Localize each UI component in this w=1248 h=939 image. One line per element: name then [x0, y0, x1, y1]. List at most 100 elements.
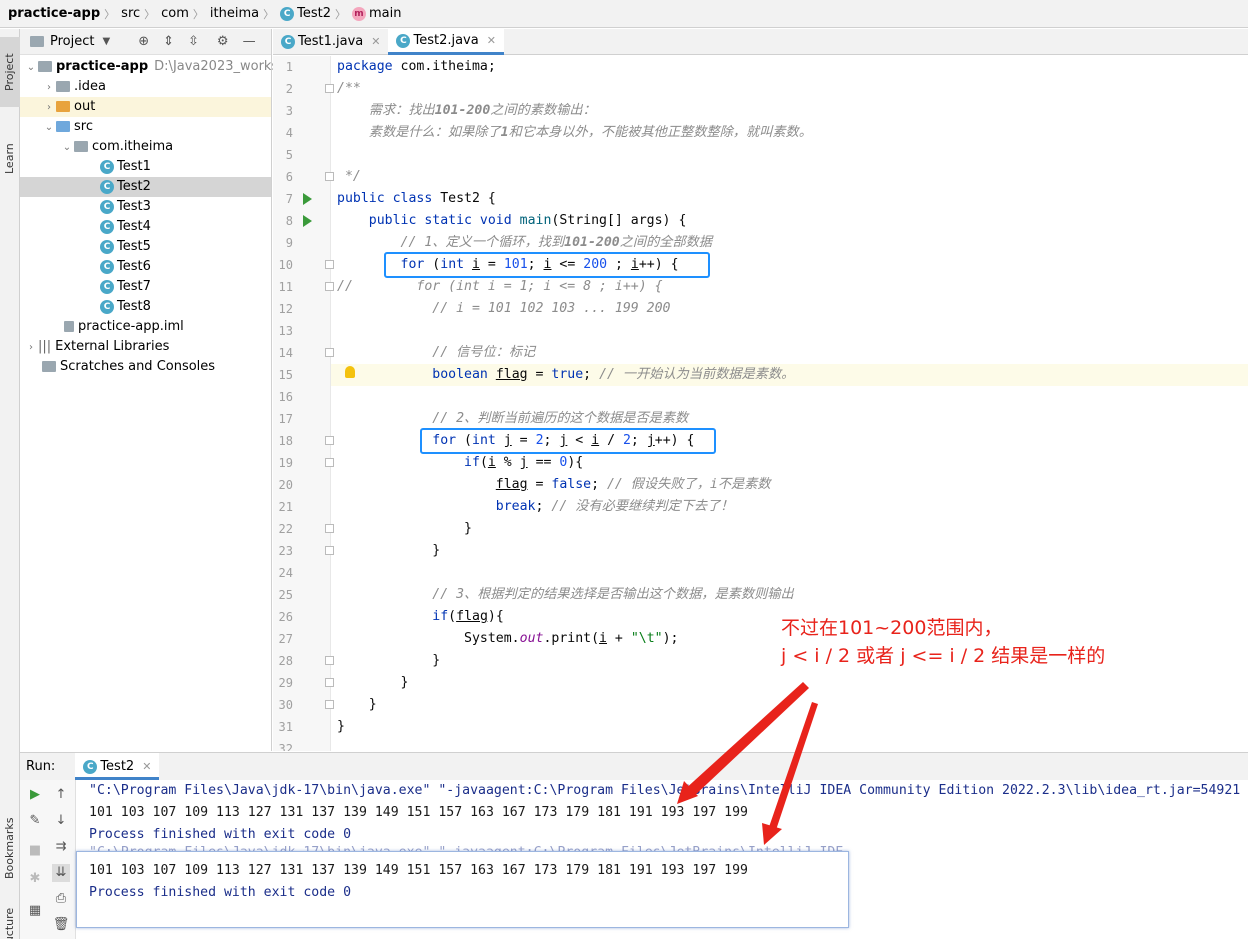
tree-item-class[interactable]: C Test4: [20, 217, 271, 237]
breadcrumb-itheima[interactable]: itheima: [210, 6, 259, 21]
tree-item-class[interactable]: C Test2: [20, 177, 271, 197]
fold-icon[interactable]: [325, 458, 334, 467]
debug-icon[interactable]: ✱: [26, 870, 44, 888]
tree-item-src[interactable]: ⌄ src: [20, 117, 271, 137]
tree-item-class[interactable]: C Test8: [20, 297, 271, 317]
run-tab-test2[interactable]: C Test2 ✕: [75, 753, 160, 780]
console-command-line: "C:\Program Files\Java\jdk-17\bin\java.e…: [89, 783, 1241, 798]
chevron-right-icon[interactable]: ›: [42, 78, 56, 98]
tree-item-class[interactable]: C Test3: [20, 197, 271, 217]
code-line: break; // 没有必要继续判定下去了！: [495, 499, 734, 514]
layout-icon[interactable]: ▦: [26, 902, 44, 920]
minimize-icon[interactable]: —: [243, 34, 256, 49]
arrow-up-icon[interactable]: ↑: [52, 786, 70, 804]
code-line: }: [337, 697, 377, 712]
fold-icon[interactable]: [325, 524, 334, 533]
line-number: 17: [278, 412, 293, 426]
chevron-down-icon[interactable]: ⌄: [42, 118, 56, 138]
close-icon[interactable]: ✕: [142, 760, 151, 773]
chevron-down-icon[interactable]: ⌄: [24, 58, 38, 78]
breadcrumb-class[interactable]: Test2: [297, 6, 331, 21]
tree-item-out[interactable]: › out: [20, 97, 271, 117]
annotation-note: 不过在101~200范围内， j < i / 2 或者 j <= i / 2 结…: [781, 614, 1105, 670]
tree-item-package[interactable]: ⌄ com.itheima: [20, 137, 271, 157]
tree-item-class[interactable]: C Test1: [20, 157, 271, 177]
annotation-line-1: 不过在101~200范围内，: [781, 617, 1003, 639]
fold-icon[interactable]: [325, 282, 334, 291]
tree-item-class[interactable]: C Test6: [20, 257, 271, 277]
code-line: // 2、判断当前遍历的这个数据是否是素数: [337, 411, 689, 426]
line-number: 11: [278, 280, 293, 294]
gear-icon[interactable]: ⚙: [217, 34, 229, 49]
breadcrumb-method[interactable]: main: [369, 6, 401, 21]
breadcrumb: practice-app 〉 src 〉 com 〉 itheima 〉 C Test2 〉…: [0, 0, 1248, 28]
fold-icon[interactable]: [325, 546, 334, 555]
print-icon[interactable]: ⎙: [52, 890, 70, 908]
code-line: flag = false; // 假设失败了，i不是素数: [495, 477, 771, 492]
breadcrumb-src[interactable]: src: [121, 6, 140, 21]
line-number: 23: [278, 544, 293, 558]
code-line: // for (int i = 1; i <= 8 ; i++) {: [337, 279, 663, 294]
run-class-icon[interactable]: [303, 193, 312, 205]
fold-icon[interactable]: [325, 436, 334, 445]
fold-icon[interactable]: [325, 678, 334, 687]
fold-icon[interactable]: [325, 348, 334, 357]
line-number: 28: [278, 654, 293, 668]
tab-test1[interactable]: C Test1.java ✕: [273, 29, 388, 55]
project-view-selector[interactable]: Project: [50, 34, 94, 49]
locate-icon[interactable]: ⊕: [138, 34, 149, 49]
class-icon: C: [100, 179, 114, 194]
run-main-icon[interactable]: [303, 215, 312, 227]
line-number: 20: [278, 478, 293, 492]
code-line: */: [337, 169, 361, 184]
package-icon: [74, 141, 88, 152]
tree-item-external-libraries[interactable]: › ||| External Libraries: [20, 337, 271, 357]
close-icon[interactable]: ✕: [371, 29, 380, 55]
chevron-right-icon: 〉: [104, 7, 116, 21]
project-panel-header: Project ▼ ⊕ ⇕ ⇳ ⚙ —: [20, 29, 271, 55]
tree-item-iml[interactable]: practice-app.iml: [20, 317, 271, 337]
expand-all-icon[interactable]: ⇕: [163, 34, 174, 49]
collapse-all-icon[interactable]: ⇳: [188, 34, 199, 49]
tree-item-project-root[interactable]: ⌄ practice-app D:\Java2023_workspac: [20, 57, 302, 78]
side-tab-learn[interactable]: Learn: [0, 129, 20, 189]
tree-item-label: Test3: [117, 199, 151, 214]
fold-icon[interactable]: [325, 260, 334, 269]
tree-item-label: Test8: [117, 299, 151, 314]
breadcrumb-project[interactable]: practice-app: [8, 6, 100, 21]
chevron-right-icon[interactable]: ›: [42, 98, 56, 118]
tree-item-scratches[interactable]: Scratches and Consoles: [20, 357, 271, 377]
code-line: }: [337, 521, 472, 536]
tree-item-idea[interactable]: › .idea: [20, 77, 271, 97]
wrench-icon[interactable]: ✎: [26, 812, 44, 830]
chevron-down-icon[interactable]: ⌄: [60, 138, 74, 158]
fold-icon[interactable]: [325, 656, 334, 665]
fold-icon[interactable]: [325, 172, 334, 181]
tab-label: Test1.java: [298, 34, 364, 49]
side-tab-structure[interactable]: Structure: [0, 899, 20, 939]
close-icon[interactable]: ✕: [487, 28, 496, 54]
breadcrumb-com[interactable]: com: [161, 6, 189, 21]
chevron-right-icon[interactable]: ›: [24, 338, 38, 358]
stop-icon[interactable]: ■: [26, 842, 44, 860]
tree-item-class[interactable]: C Test5: [20, 237, 271, 257]
trash-icon[interactable]: 🗑: [52, 916, 70, 934]
chevron-right-icon: 〉: [144, 7, 156, 21]
method-icon: m: [352, 6, 366, 21]
fold-icon[interactable]: [325, 84, 334, 93]
side-tab-bookmarks[interactable]: Bookmarks: [0, 813, 20, 883]
rerun-icon[interactable]: ▶: [26, 786, 44, 804]
file-icon: [64, 321, 74, 332]
tree-item-label: External Libraries: [55, 339, 170, 354]
side-tab-project[interactable]: Project: [0, 37, 20, 107]
tab-test2[interactable]: C Test2.java ✕: [388, 28, 504, 55]
tree-item-class[interactable]: C Test7: [20, 277, 271, 297]
scroll-to-end-icon[interactable]: ⇊: [52, 864, 70, 882]
soft-wrap-icon[interactable]: ⇉: [52, 838, 70, 856]
tree-item-label: .idea: [74, 79, 106, 94]
code-line: public class Test2 {: [337, 191, 496, 206]
fold-icon[interactable]: [325, 700, 334, 709]
arrow-down-icon[interactable]: ↓: [52, 812, 70, 830]
chevron-down-icon[interactable]: ▼: [102, 36, 110, 47]
line-number: 31: [278, 720, 293, 734]
